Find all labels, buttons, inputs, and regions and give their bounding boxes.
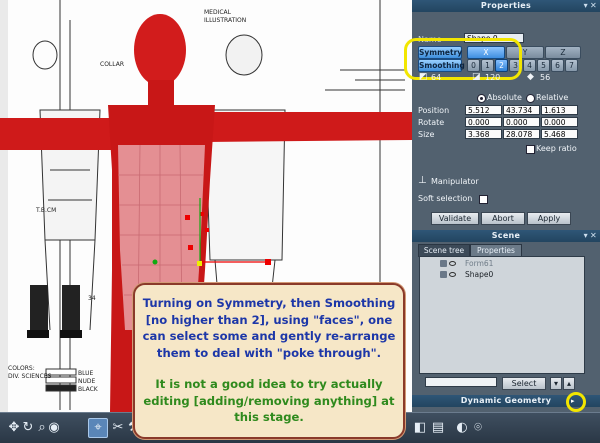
- soft-selection-label: Soft selection: [418, 194, 473, 203]
- edge-count: 120: [485, 73, 501, 82]
- scene-title-bar[interactable]: Scene ▾ ✕: [412, 230, 600, 242]
- position-label: Position: [418, 106, 450, 115]
- edge-icon: ◪: [472, 72, 481, 82]
- axis-z-button[interactable]: Z: [545, 46, 581, 59]
- scene-title: Scene: [491, 231, 521, 240]
- callout-blue-text: Turning on Symmetry, then Smoothing [no …: [142, 296, 396, 360]
- svg-text:NUDE: NUDE: [78, 378, 96, 385]
- smoothing-level-7[interactable]: 7: [565, 59, 578, 72]
- camera-icon[interactable]: ⌾: [468, 418, 488, 438]
- tree-item[interactable]: Shape0: [420, 270, 584, 280]
- apply-button[interactable]: Apply: [527, 212, 571, 225]
- scene-menu-icon[interactable]: ▾: [584, 230, 588, 242]
- layers-icon[interactable]: ▤: [428, 418, 448, 438]
- size-z-field[interactable]: 5.468: [541, 129, 578, 139]
- smoothing-level-6[interactable]: 6: [551, 59, 564, 72]
- svg-text:ILLUSTRATION: ILLUSTRATION: [204, 17, 246, 24]
- size-label: Size: [418, 130, 435, 139]
- svg-text:BLACK: BLACK: [78, 386, 99, 393]
- manipulator-label[interactable]: Manipulator: [431, 177, 479, 186]
- annotation-callout: Turning on Symmetry, then Smoothing [no …: [133, 283, 405, 439]
- lock-icon[interactable]: [440, 271, 447, 278]
- callout-green-text: It is not a good idea to try actually ed…: [143, 377, 395, 424]
- tree-item-label: Shape0: [465, 270, 494, 279]
- validate-button[interactable]: Validate: [431, 212, 479, 225]
- expand-arrow-icon[interactable]: ▸: [571, 397, 575, 405]
- size-x-field[interactable]: 3.368: [465, 129, 502, 139]
- properties-title-bar[interactable]: Properties ▾ ✕: [412, 0, 600, 12]
- absolute-label: Absolute: [487, 93, 522, 102]
- face-count: 56: [540, 73, 551, 82]
- soft-selection-checkbox[interactable]: [479, 195, 488, 204]
- smoothing-level-5[interactable]: 5: [537, 59, 550, 72]
- svg-text:34: 34: [88, 295, 96, 302]
- properties-title: Properties: [480, 1, 532, 10]
- tree-item[interactable]: Form61: [420, 259, 584, 269]
- size-y-field[interactable]: 28.078: [503, 129, 540, 139]
- position-x-field[interactable]: 5.512: [465, 105, 502, 115]
- position-z-field[interactable]: 1.613: [541, 105, 578, 115]
- dynamic-geometry-title: Dynamic Geometry: [460, 396, 552, 405]
- scene-tree[interactable]: Form61 Shape0: [419, 256, 585, 374]
- relative-radio[interactable]: [526, 94, 535, 103]
- rotate-label: Rotate: [418, 118, 445, 127]
- select-button[interactable]: Select: [502, 377, 546, 390]
- scene-close-icon[interactable]: ✕: [590, 230, 597, 242]
- svg-text:DIV. SCIENCES: DIV. SCIENCES: [8, 373, 52, 380]
- manipulator-icon: ⊥: [418, 175, 427, 186]
- svg-text:COLLAR: COLLAR: [100, 61, 124, 68]
- visibility-eye-icon[interactable]: [449, 261, 456, 266]
- position-y-field[interactable]: 43.734: [503, 105, 540, 115]
- rotate-x-field[interactable]: 0.000: [465, 117, 502, 127]
- eye-icon[interactable]: ◉: [44, 418, 64, 438]
- move-up-icon[interactable]: ▴: [563, 377, 575, 390]
- menu-icon[interactable]: ▾: [584, 0, 588, 12]
- expand-highlight-ring: [566, 392, 586, 412]
- rotate-y-field[interactable]: 0.000: [503, 117, 540, 127]
- svg-text:COLORS:: COLORS:: [8, 365, 35, 372]
- close-icon[interactable]: ✕: [590, 0, 597, 12]
- svg-text:BLUE: BLUE: [78, 370, 94, 377]
- absolute-radio[interactable]: [477, 94, 486, 103]
- vertex-count: 64: [431, 73, 442, 82]
- vertex-icon: ◩: [419, 72, 428, 82]
- svg-text:MEDICAL: MEDICAL: [204, 9, 232, 16]
- relative-label: Relative: [536, 93, 569, 102]
- tree-item-label: Form61: [465, 259, 494, 268]
- keep-ratio-label: Keep ratio: [536, 144, 577, 153]
- select-tool-icon[interactable]: ⌖: [88, 418, 108, 438]
- move-down-icon[interactable]: ▾: [550, 377, 562, 390]
- rotate-z-field[interactable]: 0.000: [541, 117, 578, 127]
- lock-icon[interactable]: [440, 260, 447, 267]
- svg-text:T.B.CM: T.B.CM: [35, 207, 56, 214]
- smoothing-level-4[interactable]: 4: [523, 59, 536, 72]
- keep-ratio-checkbox[interactable]: [526, 145, 535, 154]
- face-icon: ◆: [527, 72, 534, 82]
- visibility-eye-icon[interactable]: [449, 272, 456, 277]
- cube-icon[interactable]: ◧: [410, 418, 430, 438]
- select-search-input[interactable]: [425, 377, 497, 387]
- abort-button[interactable]: Abort: [481, 212, 525, 225]
